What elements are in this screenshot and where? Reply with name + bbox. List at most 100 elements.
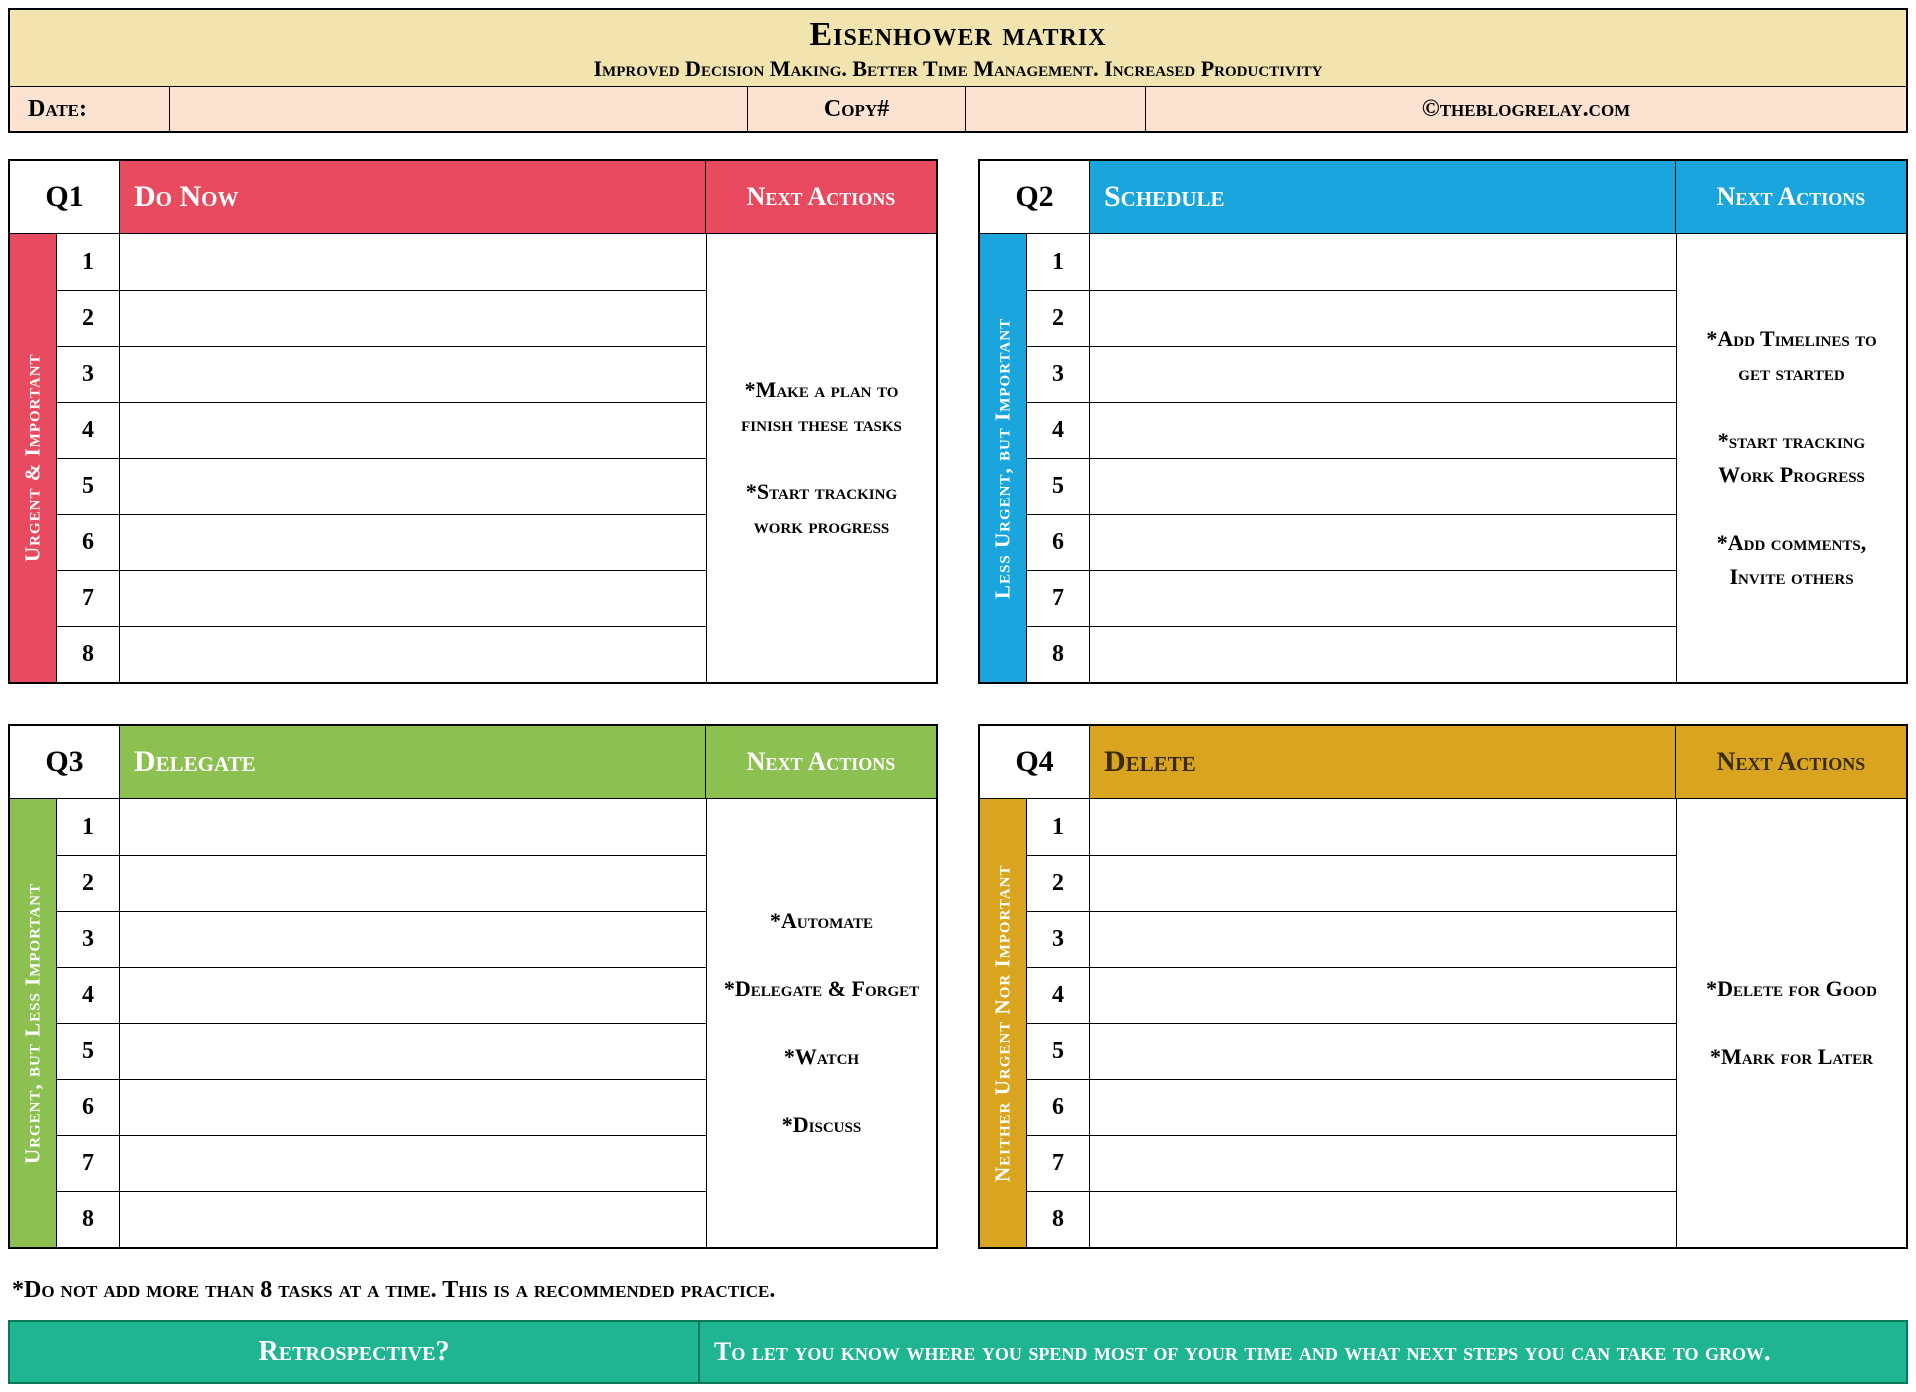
date-label: Date: <box>10 87 170 131</box>
q2-actions: *Add Timelines to get started *start tra… <box>1676 234 1906 682</box>
quadrant-grid: Q1 Do Now Next Actions Urgent & Importan… <box>8 159 1908 1249</box>
page-title: Eisenhower matrix <box>20 16 1896 54</box>
q2-task-input[interactable] <box>1090 459 1676 514</box>
q1-row-num: 8 <box>56 627 120 682</box>
q1-actions: *Make a plan to finish these tasks *Star… <box>706 234 936 682</box>
q4-task-input[interactable] <box>1090 1080 1676 1135</box>
q3-side-label: Urgent, but Less Important <box>10 799 56 1247</box>
q3-row-num: 8 <box>56 1192 120 1247</box>
q2-row-num: 3 <box>1026 347 1090 402</box>
q1-task-input[interactable] <box>120 403 706 458</box>
q4-task-input[interactable] <box>1090 912 1676 967</box>
q2-task-input[interactable] <box>1090 347 1676 402</box>
q3-rows: 1 2 3 4 5 6 7 8 <box>56 799 706 1247</box>
q2-next-label: Next Actions <box>1676 161 1906 233</box>
quadrant-q1: Q1 Do Now Next Actions Urgent & Importan… <box>8 159 938 684</box>
q4-row-num: 1 <box>1026 799 1090 855</box>
q2-row-num: 2 <box>1026 291 1090 346</box>
retro-label: Retrospective? <box>10 1322 700 1382</box>
q3-row-num: 6 <box>56 1080 120 1135</box>
quadrant-q2: Q2 Schedule Next Actions Less Urgent, bu… <box>978 159 1908 684</box>
copy-label: Copy# <box>748 87 966 131</box>
q3-title: Delegate <box>120 726 706 798</box>
footnote-text: *Do not add more than 8 tasks at a time.… <box>12 1277 1908 1304</box>
q1-row-num: 4 <box>56 403 120 458</box>
q2-task-input[interactable] <box>1090 234 1676 290</box>
q2-side-label: Less Urgent, but Important <box>980 234 1026 682</box>
q4-row-num: 2 <box>1026 856 1090 911</box>
q1-task-input[interactable] <box>120 234 706 290</box>
q3-task-input[interactable] <box>120 856 706 911</box>
q2-task-input[interactable] <box>1090 291 1676 346</box>
q4-task-input[interactable] <box>1090 968 1676 1023</box>
q4-rows: 1 2 3 4 5 6 7 8 <box>1026 799 1676 1247</box>
q3-task-input[interactable] <box>120 1024 706 1079</box>
header-block: Eisenhower matrix Improved Decision Maki… <box>8 8 1908 133</box>
q3-code: Q3 <box>10 726 120 798</box>
q1-code: Q1 <box>10 161 120 233</box>
q4-task-input[interactable] <box>1090 799 1676 855</box>
q1-row-num: 3 <box>56 347 120 402</box>
q2-task-input[interactable] <box>1090 571 1676 626</box>
q2-task-input[interactable] <box>1090 515 1676 570</box>
q4-code: Q4 <box>980 726 1090 798</box>
q1-row-num: 2 <box>56 291 120 346</box>
q3-task-input[interactable] <box>120 799 706 855</box>
q4-title: Delete <box>1090 726 1676 798</box>
date-field[interactable] <box>170 87 748 131</box>
q4-task-input[interactable] <box>1090 856 1676 911</box>
q3-row-num: 4 <box>56 968 120 1023</box>
q1-row-num: 1 <box>56 234 120 290</box>
q4-row-num: 3 <box>1026 912 1090 967</box>
q2-row-num: 5 <box>1026 459 1090 514</box>
q4-next-label: Next Actions <box>1676 726 1906 798</box>
q3-task-input[interactable] <box>120 912 706 967</box>
q3-row-num: 7 <box>56 1136 120 1191</box>
q3-task-input[interactable] <box>120 1192 706 1247</box>
q2-row-num: 4 <box>1026 403 1090 458</box>
q3-actions: *Automate *Delegate & Forget *Watch *Dis… <box>706 799 936 1247</box>
meta-row: Date: Copy# ©theblogrelay.com <box>10 87 1906 131</box>
copy-field[interactable] <box>966 87 1146 131</box>
q1-task-input[interactable] <box>120 459 706 514</box>
q4-row-num: 5 <box>1026 1024 1090 1079</box>
quadrant-q3: Q3 Delegate Next Actions Urgent, but Les… <box>8 724 938 1249</box>
q1-row-num: 6 <box>56 515 120 570</box>
q1-task-input[interactable] <box>120 627 706 682</box>
q4-side-label: Neither Urgent Nor Important <box>980 799 1026 1247</box>
q2-rows: 1 2 3 4 5 6 7 8 <box>1026 234 1676 682</box>
retro-text: To let you know where you spend most of … <box>700 1322 1906 1382</box>
q1-next-label: Next Actions <box>706 161 936 233</box>
retrospective-bar: Retrospective? To let you know where you… <box>8 1320 1908 1384</box>
q1-task-input[interactable] <box>120 347 706 402</box>
q2-title: Schedule <box>1090 161 1676 233</box>
title-row: Eisenhower matrix Improved Decision Maki… <box>10 10 1906 87</box>
q3-row-num: 2 <box>56 856 120 911</box>
q3-task-input[interactable] <box>120 968 706 1023</box>
q2-row-num: 1 <box>1026 234 1090 290</box>
q3-row-num: 3 <box>56 912 120 967</box>
q4-actions: *Delete for Good *Mark for Later <box>1676 799 1906 1247</box>
q1-task-input[interactable] <box>120 291 706 346</box>
q3-task-input[interactable] <box>120 1080 706 1135</box>
q4-task-input[interactable] <box>1090 1024 1676 1079</box>
q1-row-num: 7 <box>56 571 120 626</box>
q4-row-num: 8 <box>1026 1192 1090 1247</box>
q1-task-input[interactable] <box>120 571 706 626</box>
q2-row-num: 6 <box>1026 515 1090 570</box>
q3-next-label: Next Actions <box>706 726 936 798</box>
q1-title: Do Now <box>120 161 706 233</box>
q1-task-input[interactable] <box>120 515 706 570</box>
q4-row-num: 6 <box>1026 1080 1090 1135</box>
q3-row-num: 5 <box>56 1024 120 1079</box>
q2-code: Q2 <box>980 161 1090 233</box>
q4-row-num: 4 <box>1026 968 1090 1023</box>
q1-rows: 1 2 3 4 5 6 7 8 <box>56 234 706 682</box>
copyright-text: ©theblogrelay.com <box>1146 87 1906 131</box>
q2-task-input[interactable] <box>1090 403 1676 458</box>
q4-task-input[interactable] <box>1090 1136 1676 1191</box>
q3-task-input[interactable] <box>120 1136 706 1191</box>
q2-task-input[interactable] <box>1090 627 1676 682</box>
q4-task-input[interactable] <box>1090 1192 1676 1247</box>
q2-row-num: 8 <box>1026 627 1090 682</box>
